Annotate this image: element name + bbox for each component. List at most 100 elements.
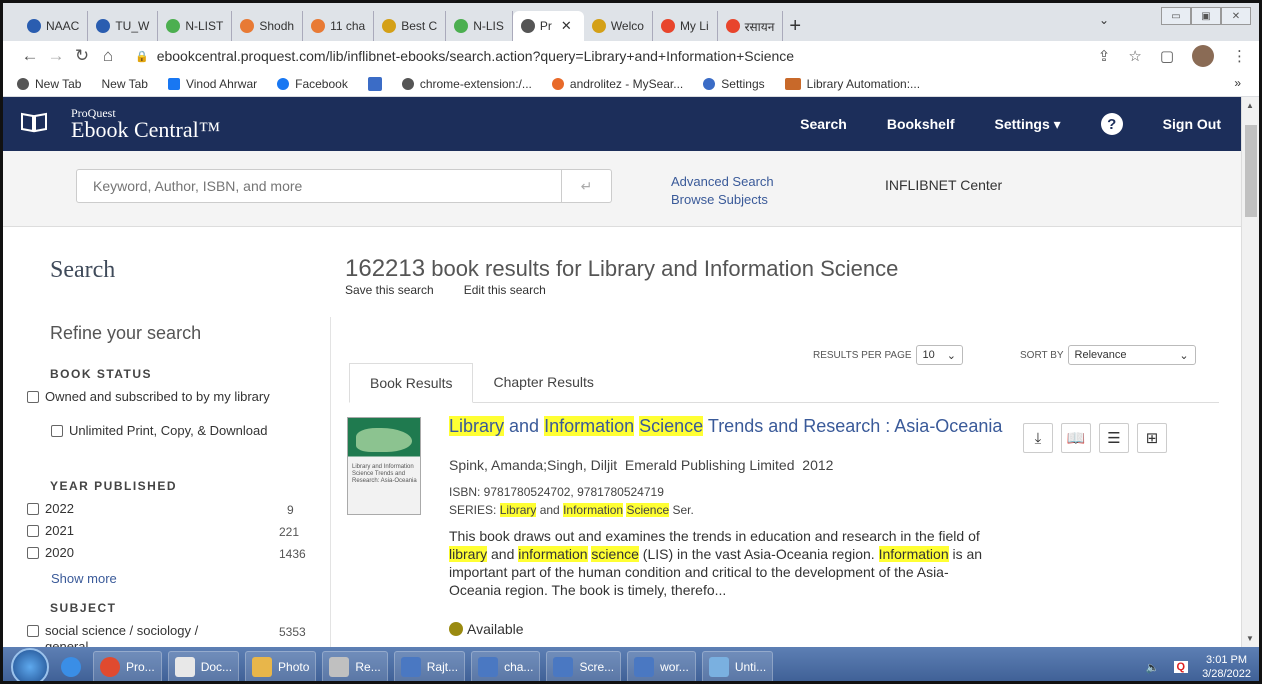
side-panel-icon[interactable]: ▢: [1160, 47, 1174, 65]
profile-avatar[interactable]: [1192, 45, 1214, 67]
scroll-down-icon[interactable]: ▼: [1246, 634, 1254, 643]
result-title[interactable]: Library and Information Science Trends a…: [449, 416, 1009, 436]
forward-arrow-icon[interactable]: →: [43, 46, 69, 66]
browser-tab[interactable]: रसायन: [718, 11, 784, 41]
checkbox[interactable]: [51, 425, 63, 437]
reload-icon[interactable]: ↻: [69, 46, 95, 66]
browser-tab[interactable]: 11 cha: [303, 11, 375, 41]
tab-chapter-results[interactable]: Chapter Results: [473, 363, 613, 403]
bookmark-item[interactable]: [367, 76, 382, 91]
institution-name: INFLIBNET Center: [885, 177, 1003, 193]
browser-tab[interactable]: N-LIST: [158, 11, 233, 41]
bookmark-item[interactable]: androlitez - MySear...: [551, 77, 683, 91]
word-icon: [478, 657, 499, 677]
bookmark-item[interactable]: Facebook: [277, 77, 348, 91]
nav-settings[interactable]: Settings ▾: [995, 116, 1061, 133]
filter-year[interactable]: 2020: [27, 545, 74, 561]
checkbox[interactable]: [27, 503, 39, 515]
close-tab-icon[interactable]: ✕: [561, 18, 572, 34]
menu-kebab-icon[interactable]: ⋮: [1232, 47, 1247, 65]
home-icon[interactable]: ⌂: [95, 46, 121, 66]
download-icon[interactable]: ⤓: [1023, 423, 1053, 453]
browser-tab[interactable]: Best C: [374, 11, 447, 41]
checkbox[interactable]: [27, 525, 39, 537]
browser-tab[interactable]: TU_W: [88, 11, 159, 41]
maximize-icon[interactable]: ▣: [1191, 7, 1221, 25]
search-links: Advanced Search Browse Subjects: [671, 173, 774, 209]
results-per-page: RESULTS PER PAGE 10 ⌄: [813, 345, 964, 365]
taskbar-ie[interactable]: [55, 651, 87, 681]
back-arrow-icon[interactable]: ←: [17, 46, 43, 66]
results-count: 162213: [345, 255, 426, 282]
browser-tab[interactable]: Shodh: [232, 11, 304, 41]
sort-by: SORT BY Relevance ⌄: [1020, 345, 1196, 365]
help-icon[interactable]: ?: [1100, 113, 1123, 135]
book-cover[interactable]: Library and Information Science Trends a…: [347, 417, 421, 515]
scroll-thumb[interactable]: [1245, 125, 1257, 217]
browser-tab-active[interactable]: Pr ✕: [512, 11, 584, 41]
bookmark-item[interactable]: Settings: [703, 77, 765, 91]
taskbar-item[interactable]: Photo: [245, 651, 317, 681]
filter-year[interactable]: 2021: [27, 523, 74, 539]
checkbox[interactable]: [27, 547, 39, 559]
start-button[interactable]: [11, 648, 49, 681]
scroll-up-icon[interactable]: ▲: [1246, 101, 1254, 110]
search-input[interactable]: [76, 169, 562, 203]
browser-tab[interactable]: N-LIS: [446, 11, 513, 41]
filter-unlimited[interactable]: Unlimited Print, Copy, & Download: [51, 423, 271, 439]
refine-heading: Refine your search: [50, 323, 202, 343]
rpp-select[interactable]: 10 ⌄: [915, 345, 964, 365]
open-book-icon[interactable]: [21, 111, 47, 133]
close-window-icon[interactable]: ✕: [1221, 7, 1251, 25]
taskbar-item[interactable]: Rajt...: [393, 651, 466, 681]
filter-year[interactable]: 2022: [27, 501, 74, 517]
bookmark-star-icon[interactable]: ☆: [1128, 47, 1141, 65]
taskbar-item[interactable]: Pro...: [93, 651, 162, 681]
taskbar-item[interactable]: Re...: [322, 651, 388, 681]
sort-select[interactable]: Relevance ⌄: [1067, 345, 1196, 365]
tab-favicon-icon: [240, 19, 255, 33]
tab-search-chevron-icon[interactable]: ⌄: [1099, 13, 1109, 27]
bookmark-item[interactable]: New Tab: [17, 77, 81, 91]
bookmark-item[interactable]: chrome-extension:/...: [401, 77, 532, 91]
minimize-icon[interactable]: ▭: [1161, 7, 1191, 25]
volume-icon[interactable]: 🔈: [1146, 661, 1160, 674]
nav-bookshelf[interactable]: Bookshelf: [887, 116, 955, 132]
taskbar-item[interactable]: Doc...: [167, 651, 240, 681]
search-submit-icon[interactable]: ↵: [562, 169, 612, 203]
read-online-icon[interactable]: 📖: [1061, 423, 1091, 453]
nav-search[interactable]: Search: [800, 116, 847, 132]
result-description: This book draws out and examines the tre…: [449, 528, 983, 598]
checkbox[interactable]: [27, 625, 39, 637]
taskbar-item[interactable]: cha...: [471, 651, 541, 681]
browse-subjects-link[interactable]: Browse Subjects: [671, 191, 774, 209]
bookmark-item[interactable]: Vinod Ahrwar: [167, 77, 257, 91]
table-of-contents-icon[interactable]: ☰: [1099, 423, 1129, 453]
browser-tab[interactable]: My Li: [653, 11, 718, 41]
browser-tab[interactable]: Welco: [584, 11, 653, 41]
clock[interactable]: 3:01 PM 3/28/2022: [1202, 653, 1251, 681]
show-more-link[interactable]: Show more: [51, 571, 117, 586]
edit-search-link[interactable]: Edit this search: [464, 283, 546, 297]
bookmarks-overflow-button[interactable]: »: [1234, 76, 1241, 90]
add-to-bookshelf-icon[interactable]: ⊞: [1137, 423, 1167, 453]
taskbar-item[interactable]: Unti...: [701, 651, 774, 681]
browser-tab[interactable]: NAAC: [19, 11, 89, 41]
bookmark-item[interactable]: New Tab: [101, 77, 147, 91]
new-tab-button[interactable]: +: [789, 11, 801, 41]
page-scrollbar[interactable]: ▲ ▼: [1241, 97, 1259, 647]
url-field[interactable]: 🔒 ebookcentral.proquest.com/lib/inflibne…: [135, 48, 794, 64]
filter-owned[interactable]: Owned and subscribed to by my library: [27, 389, 277, 405]
advanced-search-link[interactable]: Advanced Search: [671, 173, 774, 191]
share-icon[interactable]: ⇪: [1098, 47, 1111, 65]
search-tray-icon[interactable]: Q: [1173, 661, 1189, 673]
checkbox[interactable]: [27, 391, 39, 403]
taskbar-item[interactable]: wor...: [627, 651, 696, 681]
tab-favicon-icon: [382, 19, 397, 33]
nav-sign-out[interactable]: Sign Out: [1163, 116, 1221, 132]
taskbar-item[interactable]: Scre...: [546, 651, 622, 681]
save-search-link[interactable]: Save this search: [345, 283, 434, 297]
bookmark-item[interactable]: Library Automation:...: [784, 77, 920, 91]
brand-logo[interactable]: ProQuest Ebook Central™: [71, 107, 220, 141]
tab-book-results[interactable]: Book Results: [349, 363, 474, 403]
